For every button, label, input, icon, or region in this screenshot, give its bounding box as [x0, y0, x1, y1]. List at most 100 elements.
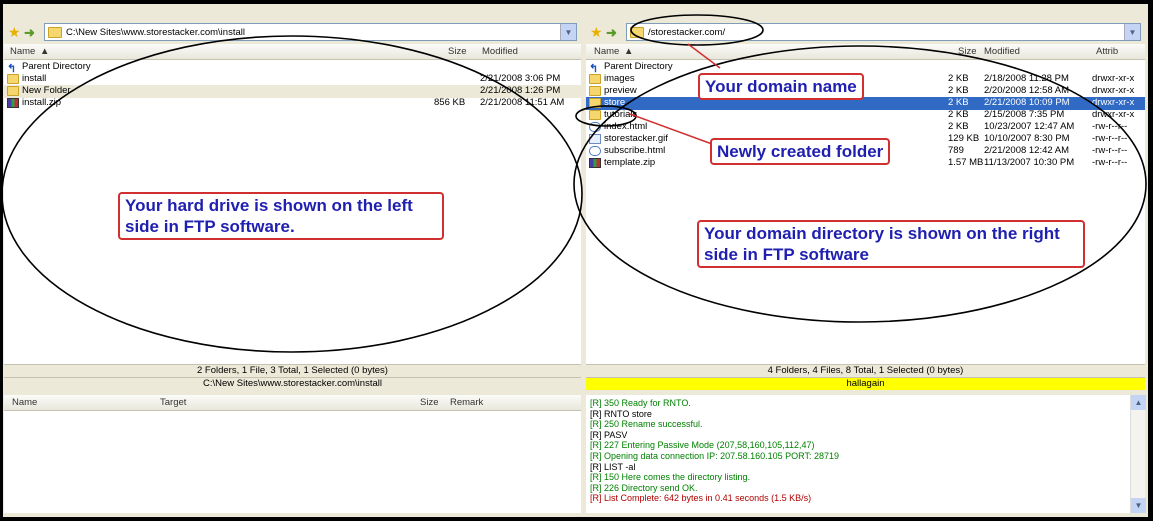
file-name: template.zip [604, 157, 656, 168]
file-name: New Folder [22, 85, 71, 96]
log-line: [R] LIST -al [590, 461, 636, 472]
log-line: [R] Opening data connection IP: 207.58.1… [590, 450, 840, 461]
file-attrib: drwxr-xr-x [1092, 109, 1135, 120]
zip-icon [7, 98, 19, 108]
file-name: storestacker.gif [604, 133, 668, 144]
right-file-list[interactable]: Name ▲ Size Modified Attrib ↰ Parent Dire… [586, 44, 1145, 364]
column-size[interactable]: Size [448, 46, 466, 57]
file-modified: 2/21/2008 3:06 PM [480, 73, 561, 84]
queue-column-size[interactable]: Size [420, 397, 438, 408]
file-modified: 2/21/2008 10:09 PM [984, 97, 1070, 108]
file-name: preview [604, 85, 637, 96]
column-modified[interactable]: Modified [984, 46, 1020, 57]
folder-icon [630, 26, 644, 38]
file-modified: 2/21/2008 12:42 AM [984, 145, 1070, 156]
file-modified: 2/20/2008 12:58 AM [984, 85, 1070, 96]
file-name: install.zip [22, 97, 62, 108]
log-lines: [R] 350 Ready for RNTO. [R] RNTO store [R]… [590, 398, 1125, 504]
gif-icon [589, 134, 601, 144]
log-line: [R] 250 Rename successful. [590, 419, 703, 430]
right-list-header: Name ▲ Size Modified Attrib [586, 44, 1145, 60]
log-line: [R] 150 Here comes the directory listing… [590, 472, 751, 483]
right-path-combobox[interactable]: /storestacker.com/ ▼ [626, 23, 1141, 41]
folder-icon [48, 26, 62, 38]
forward-icon[interactable]: ➜ [24, 25, 40, 40]
file-name: install [22, 73, 47, 84]
file-modified: 11/13/2007 10:30 PM [984, 157, 1075, 168]
file-attrib: -rw-r--r-- [1092, 121, 1128, 132]
column-name[interactable]: Name [10, 46, 35, 57]
sort-asc-icon: ▲ [624, 46, 634, 57]
file-size: 2 KB [948, 85, 969, 96]
queue-column-remark[interactable]: Remark [450, 397, 483, 408]
chevron-down-icon[interactable]: ▼ [560, 24, 576, 40]
left-address-bar: ★ ➜ C:\New Sites\www.storestacker.com\in… [4, 20, 581, 44]
file-name: tutorials [604, 109, 638, 120]
file-attrib: drwxr-xr-x [1092, 97, 1135, 108]
file-name: store [604, 97, 626, 108]
column-modified[interactable]: Modified [482, 46, 518, 57]
file-size: 1.57 MB [948, 157, 984, 168]
sort-asc-icon: ▲ [40, 46, 50, 57]
parent-dir-icon: ↰ [589, 63, 599, 75]
right-address-bar: ★ ➜ /storestacker.com/ ▼ [586, 20, 1145, 44]
column-name[interactable]: Name [594, 46, 619, 57]
scroll-up-icon[interactable]: ▲ [1131, 395, 1146, 410]
queue-column-name[interactable]: Name [12, 397, 37, 408]
right-path-text[interactable]: /storestacker.com/ [648, 27, 1124, 38]
log-line: [R] PASV [590, 429, 628, 440]
file-size: 2 KB [948, 73, 969, 84]
callout-hard-drive: Your hard drive is shown on the left sid… [118, 192, 444, 240]
folder-icon [589, 74, 601, 84]
log-scrollbar[interactable]: ▲ ▼ [1130, 395, 1146, 513]
right-status-host: hallagain [586, 377, 1145, 390]
file-modified: 2/21/2008 11:51 AM [480, 97, 565, 108]
file-name: Parent Directory [604, 61, 673, 72]
left-status-path: C:\New Sites\www.storestacker.com\instal… [4, 377, 581, 390]
folder-icon [589, 110, 601, 120]
favorites-star-icon[interactable]: ★ [8, 24, 24, 41]
log-panel[interactable]: [R] 350 Ready for RNTO. [R] RNTO store [R]… [586, 395, 1146, 513]
column-attrib[interactable]: Attrib [1096, 46, 1118, 57]
file-attrib: -rw-r--r-- [1092, 133, 1128, 144]
parent-dir-icon: ↰ [7, 63, 17, 75]
file-attrib: drwxr-xr-x [1092, 73, 1135, 84]
transfer-queue[interactable]: Name Target Size Remark [4, 395, 581, 513]
file-size: 129 KB [948, 133, 980, 144]
favorites-star-icon[interactable]: ★ [590, 24, 606, 41]
file-name: Parent Directory [22, 61, 91, 72]
left-list-header: Name ▲ Size Modified [4, 44, 581, 60]
file-size: 2 KB [948, 109, 969, 120]
left-path-text[interactable]: C:\New Sites\www.storestacker.com\instal… [66, 27, 560, 38]
chevron-down-icon[interactable]: ▼ [1124, 24, 1140, 40]
right-status-summary: 4 Folders, 4 Files, 8 Total, 1 Selected … [586, 364, 1145, 377]
file-modified: 2/15/2008 7:35 PM [984, 109, 1065, 120]
file-modified: 2/21/2008 1:26 PM [480, 85, 561, 96]
file-row[interactable]: install.zip 856 KB 2/21/2008 11:51 AM [4, 97, 581, 110]
file-size: 2 KB [948, 97, 969, 108]
forward-icon[interactable]: ➜ [606, 25, 622, 40]
file-modified: 10/10/2007 8:30 PM [984, 133, 1070, 144]
html-icon [589, 146, 601, 156]
file-size: 2 KB [948, 121, 969, 132]
queue-header: Name Target Size Remark [4, 395, 581, 411]
file-attrib: -rw-r--r-- [1092, 145, 1128, 156]
log-line: [R] 226 Directory send OK. [590, 482, 698, 493]
left-path-combobox[interactable]: C:\New Sites\www.storestacker.com\instal… [44, 23, 577, 41]
file-attrib: -rw-r--r-- [1092, 157, 1128, 168]
column-size[interactable]: Size [958, 46, 976, 57]
folder-icon [7, 86, 19, 96]
scroll-down-icon[interactable]: ▼ [1131, 498, 1146, 513]
file-name: index.html [604, 121, 648, 132]
log-line: [R] RNTO store [590, 408, 652, 419]
folder-icon [589, 98, 601, 108]
zip-icon [589, 158, 601, 168]
file-modified: 2/18/2008 11:28 PM [984, 73, 1069, 84]
html-icon [589, 122, 601, 132]
file-size: 789 [948, 145, 964, 156]
queue-column-target[interactable]: Target [160, 397, 186, 408]
log-line: [R] 227 Entering Passive Mode (207,58,16… [590, 440, 815, 451]
log-line: [R] List Complete: 642 bytes in 0.41 sec… [590, 493, 812, 504]
file-name: images [604, 73, 635, 84]
log-line: [R] 350 Ready for RNTO. [590, 398, 691, 408]
